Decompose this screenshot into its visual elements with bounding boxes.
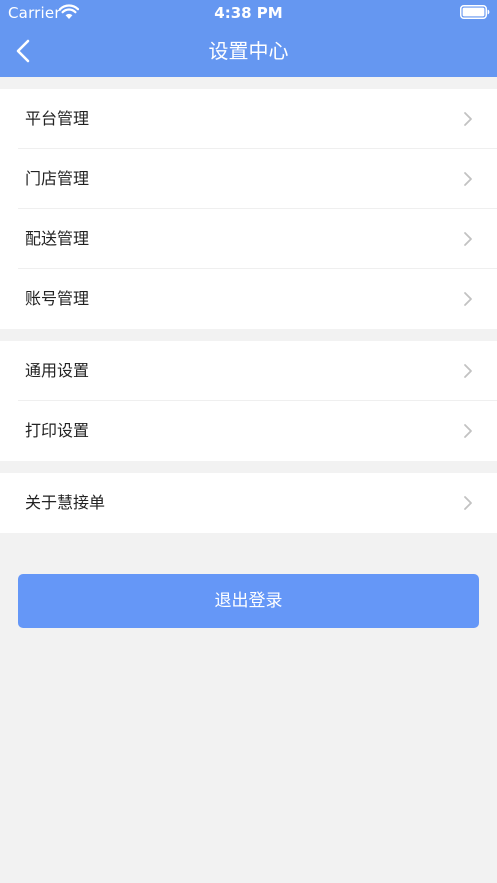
menu-item-label: 平台管理	[25, 109, 90, 128]
menu-item-label: 打印设置	[25, 421, 90, 440]
status-time: 4:38 PM	[214, 4, 283, 22]
logout-button[interactable]: 退出登录	[18, 574, 479, 628]
chevron-right-icon	[464, 496, 472, 510]
back-button[interactable]	[6, 34, 40, 68]
menu-item-label: 账号管理	[25, 289, 90, 308]
status-bar: Carrier 4:38 PM	[0, 0, 497, 26]
header: Carrier 4:38 PM 设置中心	[0, 0, 497, 77]
menu-item-label: 关于慧接单	[25, 493, 106, 512]
menu-item-about[interactable]: 关于慧接单	[0, 473, 497, 533]
menu-item-label: 门店管理	[25, 169, 90, 188]
settings-group-management: 平台管理 门店管理 配送管理 账号管理	[0, 89, 497, 329]
nav-bar: 设置中心	[0, 26, 497, 77]
settings-group-general: 通用设置 打印设置	[0, 341, 497, 461]
menu-item-platform-management[interactable]: 平台管理	[0, 89, 497, 149]
menu-item-account-management[interactable]: 账号管理	[0, 269, 497, 329]
chevron-right-icon	[464, 112, 472, 126]
menu-item-label: 通用设置	[25, 361, 90, 380]
settings-group-about: 关于慧接单	[0, 473, 497, 533]
menu-item-delivery-management[interactable]: 配送管理	[0, 209, 497, 269]
settings-screen: Carrier 4:38 PM 设置中心 平台管理 门店管理 配送管理 账号管理…	[0, 0, 497, 883]
chevron-right-icon	[464, 364, 472, 378]
menu-item-print-settings[interactable]: 打印设置	[0, 401, 497, 461]
chevron-right-icon	[464, 232, 472, 246]
chevron-right-icon	[464, 292, 472, 306]
menu-item-general-settings[interactable]: 通用设置	[0, 341, 497, 401]
menu-item-store-management[interactable]: 门店管理	[0, 149, 497, 209]
menu-item-label: 配送管理	[25, 229, 90, 248]
chevron-right-icon	[464, 172, 472, 186]
battery-icon	[460, 5, 490, 19]
chevron-left-icon	[16, 39, 30, 63]
chevron-right-icon	[464, 424, 472, 438]
page-title: 设置中心	[208, 39, 289, 63]
